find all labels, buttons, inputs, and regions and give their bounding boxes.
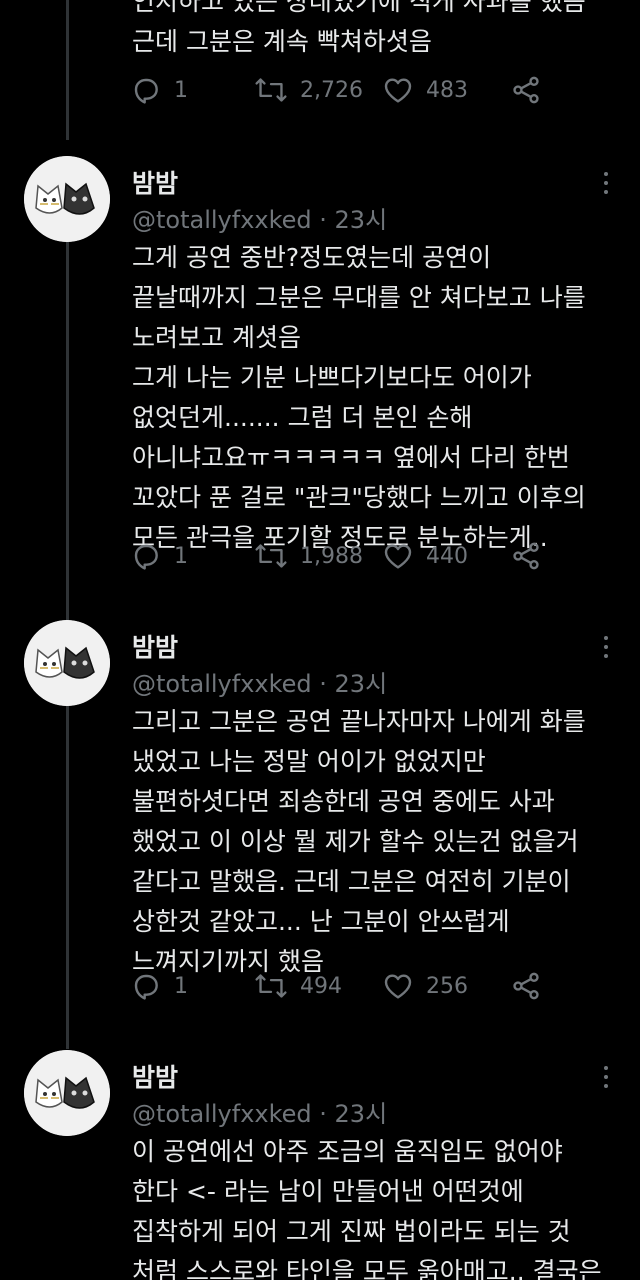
retweet-button[interactable]: 1,988 [254,538,363,574]
tweet-thread-page: 인지하고 있는 상태였기에 직게 사과를 했음 근데 그분은 계속 빡쳐하셧음 … [0,0,640,1280]
reply-count: 1 [174,77,188,103]
tweet-text-line: 없엇던게....... 그럼 더 본인 손해 [132,403,473,432]
tweet-actions: 1 494 256 [130,968,610,1004]
retweet-count: 494 [300,973,342,999]
retweet-icon [254,540,288,572]
tweet-text-line: 상한것 같았고... 난 그분이 안쓰럽게 [132,907,510,936]
handle-timestamp[interactable]: @totallyfxxked · 23시 [132,664,387,699]
share-button[interactable] [510,538,542,574]
share-button[interactable] [510,72,542,108]
like-count: 256 [426,973,468,999]
display-name[interactable]: 밤밤 [132,628,178,664]
tweet-text-line: 이 공연에선 아주 조금의 움직임도 없어야 [132,1137,563,1166]
tweet-text-line: 그게 나는 기분 나쁘다기보다도 어이가 [132,363,532,392]
like-count: 440 [426,543,468,569]
tweet-actions: 1 1,988 440 [130,538,610,574]
like-button[interactable]: 256 [382,968,468,1004]
reply-button[interactable]: 1 [130,538,188,574]
reply-button[interactable]: 1 [130,72,188,108]
tweet[interactable]: 밤밤 @totallyfxxked · 23시 이 공연에선 아주 조금의 움직… [0,1050,640,1280]
retweet-button[interactable]: 494 [254,968,342,1004]
tweet-text: 그리고 그분은 공연 끝나자마자 나에게 화를 냈었고 나는 정말 어이가 없었… [132,702,622,982]
tweet-text-line: 처럼 스스로와 타인을 모두 옭아매고.. 결국은 [132,1257,602,1280]
retweet-count: 2,726 [300,77,363,103]
tweet-text-line: 한다 <- 라는 남이 만들어낸 어떤것에 [132,1177,524,1206]
tweet-text-line: 아니냐고요ㅠㅋㅋㅋㅋㅋ 옆에서 다리 한번 [132,443,570,472]
cat-avatar[interactable] [24,620,110,706]
tweet-text-line: 집착하게 되어 그게 진짜 법이라도 되는 것 [132,1217,571,1246]
reply-count: 1 [174,543,188,569]
handle-timestamp[interactable]: @totallyfxxked · 23시 [132,1094,387,1129]
reply-icon [130,970,162,1002]
heart-icon [382,74,414,106]
tweet-text-line: 근데 그분은 계속 빡쳐하셧음 [132,27,432,56]
like-button[interactable]: 440 [382,538,468,574]
retweet-button[interactable]: 2,726 [254,72,363,108]
like-button[interactable]: 483 [382,72,468,108]
retweet-icon [254,74,288,106]
tweet[interactable]: 밤밤 @totallyfxxked · 23시 그게 공연 중반?정도였는데 공… [0,150,640,590]
tweet-text-line: 했었고 이 이상 뭘 제가 할수 있는건 없을거 [132,827,579,856]
retweet-icon [254,970,288,1002]
retweet-count: 1,988 [300,543,363,569]
tweet[interactable]: 밤밤 @totallyfxxked · 23시 그리고 그분은 공연 끝나자마자… [0,620,640,1020]
share-icon [510,74,542,106]
more-icon[interactable] [596,172,616,202]
tweet-text-line: 그게 공연 중반?정도였는데 공연이 [132,243,492,272]
tweet-text: 그게 공연 중반?정도였는데 공연이 끝날때까지 그분은 무대를 안 쳐다보고 … [132,238,622,558]
share-button[interactable] [510,968,542,1004]
share-icon [510,540,542,572]
share-icon [510,970,542,1002]
tweet-text-line: 불편하셧다면 죄송한데 공연 중에도 사과 [132,787,555,816]
tweet-text-line: 끝날때까지 그분은 무대를 안 쳐다보고 나를 [132,283,586,312]
like-count: 483 [426,77,468,103]
cat-avatar[interactable] [24,156,110,242]
reply-button[interactable]: 1 [130,968,188,1004]
reply-icon [130,540,162,572]
cat-avatar[interactable] [24,1050,110,1136]
tweet-text-line: 냈었고 나는 정말 어이가 없었지만 [132,747,486,776]
display-name[interactable]: 밤밤 [132,1058,178,1094]
tweet-text-line: 노려보고 계셧음 [132,323,301,352]
more-icon[interactable] [596,1066,616,1096]
tweet-text-line: 인지하고 있는 상태였기에 직게 사과를 했음 [132,0,586,16]
tweet-text-line: 그리고 그분은 공연 끝나자마자 나에게 화를 [132,707,586,736]
tweet-text-line: 꼬았다 푼 걸로 "관크"당했다 느끼고 이후의 [132,483,586,512]
heart-icon [382,970,414,1002]
more-icon[interactable] [596,636,616,666]
heart-icon [382,540,414,572]
reply-count: 1 [174,973,188,999]
tweet[interactable]: 인지하고 있는 상태였기에 직게 사과를 했음 근데 그분은 계속 빡쳐하셧음 … [0,0,640,120]
tweet-actions: 1 2,726 483 [130,72,610,108]
reply-icon [130,74,162,106]
tweet-text: 인지하고 있는 상태였기에 직게 사과를 했음 근데 그분은 계속 빡쳐하셧음 [132,0,622,62]
tweet-text-line: 같다고 말했음. 근데 그분은 여전히 기분이 [132,867,571,896]
tweet-text: 이 공연에선 아주 조금의 움직임도 없어야 한다 <- 라는 남이 만들어낸 … [132,1132,622,1280]
display-name[interactable]: 밤밤 [132,164,178,200]
handle-timestamp[interactable]: @totallyfxxked · 23시 [132,200,387,235]
